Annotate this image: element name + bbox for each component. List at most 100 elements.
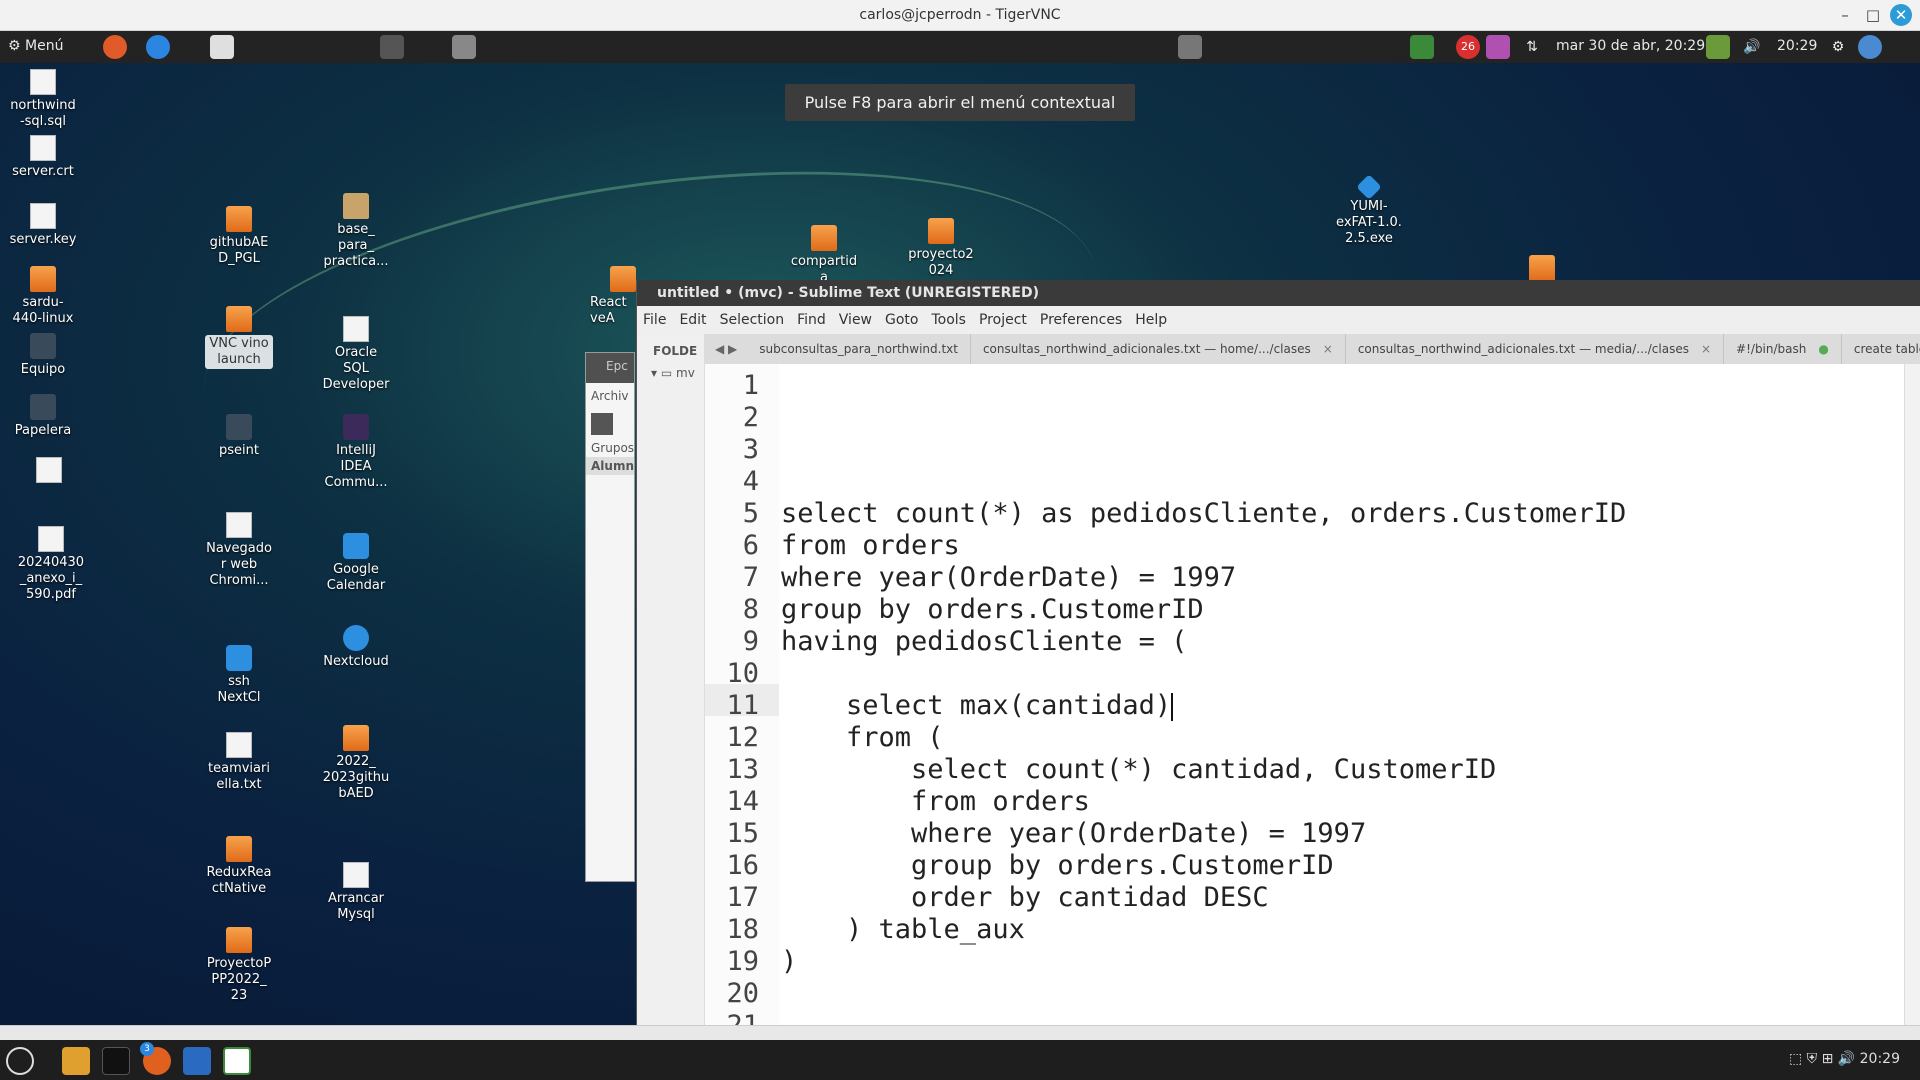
menu-find[interactable]: Find [797, 312, 826, 328]
code-line[interactable]: select max(cantidad) [781, 690, 1174, 721]
desktop-icon[interactable] [6, 457, 92, 486]
menu-tools[interactable]: Tools [931, 312, 966, 328]
settings-gear-icon[interactable]: ⚙ [1826, 35, 1850, 59]
system-tray[interactable]: ⬚ ⛨ ⊞ 🔊 20:29 [1789, 1051, 1900, 1067]
menu-project[interactable]: Project [979, 312, 1027, 328]
menu-help[interactable]: Help [1135, 312, 1167, 328]
code-text: from ( [781, 722, 944, 753]
desktop-icon[interactable]: IntelliJ IDEA Commu... [313, 414, 399, 491]
sidebar: FOLDE ▾ ▭ mv [637, 334, 705, 1025]
notification-badge[interactable]: 26 [1456, 35, 1480, 59]
code-line[interactable]: select count(*) cantidad, CustomerID [781, 754, 1496, 785]
desktop-icon[interactable]: server.crt [0, 135, 86, 180]
files-icon[interactable] [62, 1047, 90, 1075]
calendar-icon [343, 533, 369, 559]
terminal-icon[interactable] [102, 1047, 130, 1075]
icon-label: pseint [219, 443, 259, 458]
code-editor[interactable]: 1 2 3 4 5 select count(*) as pedidosCliente, … [705, 364, 1904, 1025]
icon-label: ssh NextCl [217, 674, 261, 705]
close-button[interactable]: ✕ [1890, 4, 1912, 26]
wifi-icon[interactable] [1410, 35, 1434, 59]
desktop-icon[interactable]: React veA [590, 266, 640, 327]
desktop-icon[interactable]: YUMI- exFAT-1.0. 2.5.exe [1326, 174, 1412, 247]
tab-close-icon[interactable]: × [1323, 342, 1333, 356]
desktop-icon[interactable]: Equipo [0, 333, 86, 378]
menu-file[interactable]: File [643, 312, 666, 328]
menu-button[interactable]: ⚙ Menú [8, 38, 63, 54]
code-line[interactable]: select count(*) as pedidosCliente, order… [781, 498, 1626, 529]
desktop-icon[interactable]: proyecto2 024 [898, 218, 984, 279]
tab[interactable]: subconsultas_para_northwind.txt [747, 334, 971, 364]
icon-label: VNC vino launch [205, 335, 273, 369]
tab-close-icon[interactable]: × [1701, 342, 1711, 356]
maximize-button[interactable]: □ [1862, 4, 1884, 26]
desktop-icon[interactable]: githubAE D_PGL [196, 206, 282, 267]
desktop-icon[interactable]: pseint [196, 414, 282, 459]
desktop-icon[interactable]: teamviari ella.txt [196, 732, 282, 793]
desktop-icon[interactable]: ssh NextCl [196, 645, 282, 706]
code-line[interactable]: ) [781, 946, 797, 977]
text-editor-icon[interactable] [183, 1047, 211, 1075]
tab[interactable]: #!/bin/bash ● [1724, 334, 1842, 364]
panel-time[interactable]: 20:29 [1777, 38, 1817, 54]
desktop-icon[interactable]: ProyectoP PP2022_ 23 [196, 927, 282, 1004]
code-line[interactable]: having pedidosCliente = ( [781, 626, 1187, 657]
desktop-icon[interactable]: northwind -sql.sql [0, 69, 86, 130]
sublime-window[interactable]: untitled • (mvc) - Sublime Text (UNREGIS… [636, 280, 1920, 1025]
code-line[interactable]: from orders [781, 530, 960, 561]
code-line[interactable]: ) table_aux [781, 914, 1025, 945]
tab[interactable]: consultas_northwind_adicionales.txt — ho… [971, 334, 1346, 364]
desktop-icon[interactable]: 20240430 _anexo_i_ 590.pdf [8, 526, 94, 603]
battery-icon[interactable] [1706, 35, 1730, 59]
desktop-icon[interactable]: Papelera [0, 394, 86, 439]
desktop-icon[interactable]: VNC vino launch [196, 306, 282, 369]
menu-selection[interactable]: Selection [720, 312, 785, 328]
sidebar-folder-label: mv [676, 366, 695, 380]
teamviewer-icon[interactable] [146, 35, 170, 59]
desktop-icon[interactable]: base_ para_ practica... [313, 193, 399, 270]
desktop-icon[interactable]: ReduxRea ctNative [196, 836, 282, 897]
code-line[interactable]: where year(OrderDate) = 1997 [781, 818, 1366, 849]
code-line[interactable]: where year(OrderDate) = 1997 [781, 562, 1236, 593]
sidebar-folder[interactable]: ▾ ▭ mv [637, 358, 704, 380]
menu-edit[interactable]: Edit [679, 312, 706, 328]
desktop-icon[interactable]: Navegado r web Chromi... [196, 512, 282, 589]
desktop-icon[interactable]: 2022_ 2023githu bAED [313, 725, 399, 802]
browser-icon[interactable] [103, 35, 127, 59]
menu-view[interactable]: View [839, 312, 872, 328]
menu-preferences[interactable]: Preferences [1040, 312, 1122, 328]
network-arrows-icon[interactable]: ⇅ [1520, 35, 1544, 59]
tray-icon[interactable] [1178, 35, 1202, 59]
minimize-button[interactable]: – [1834, 4, 1856, 26]
desktop-icon[interactable]: Arrancar Mysql [313, 862, 399, 923]
code-line[interactable]: group by orders.CustomerID [781, 850, 1334, 881]
desktop-icon[interactable]: server.key [0, 203, 86, 248]
horizontal-scrollbar[interactable] [0, 1025, 1920, 1040]
desktop-icon[interactable]: Nextcloud [313, 625, 399, 670]
background-window[interactable]: Epc Archiv Grupos Alumn [585, 352, 635, 882]
code-line[interactable]: from orders [781, 786, 1090, 817]
desktop-icon[interactable]: sardu- 440-linux [0, 266, 86, 327]
vertical-scrollbar[interactable] [1904, 364, 1920, 1025]
desktop-icon[interactable]: Oracle SQL Developer [313, 316, 399, 393]
volume-icon[interactable]: 🔊 [1740, 35, 1764, 59]
line-number: 12 [726, 722, 759, 753]
desktop-icon[interactable]: Google Calendar [313, 533, 399, 594]
code-line[interactable]: order by cantidad DESC [781, 882, 1269, 913]
tab[interactable]: consultas_northwind_adicionales.txt — me… [1346, 334, 1725, 364]
background-window-menu[interactable]: Archiv [586, 383, 634, 409]
code-line[interactable]: from ( [781, 722, 944, 753]
tab-nav-arrows[interactable]: ◀ ▶ [705, 342, 747, 356]
menu-goto[interactable]: Goto [885, 312, 918, 328]
display-icon[interactable] [1486, 35, 1510, 59]
code-line[interactable]: group by orders.CustomerID [781, 594, 1204, 625]
panel-date[interactable]: mar 30 de abr, 20:29 [1556, 38, 1705, 54]
mint-menu-icon[interactable] [6, 1047, 34, 1075]
tab[interactable]: create table prueba as [1842, 334, 1920, 364]
document-icon[interactable] [210, 35, 234, 59]
realvnc-icon[interactable] [223, 1047, 251, 1075]
terminal-icon[interactable] [380, 35, 404, 59]
cloud-icon[interactable] [1858, 35, 1882, 59]
screenshot-icon[interactable] [452, 35, 476, 59]
desktop-icon[interactable]: compartid a [781, 225, 867, 286]
